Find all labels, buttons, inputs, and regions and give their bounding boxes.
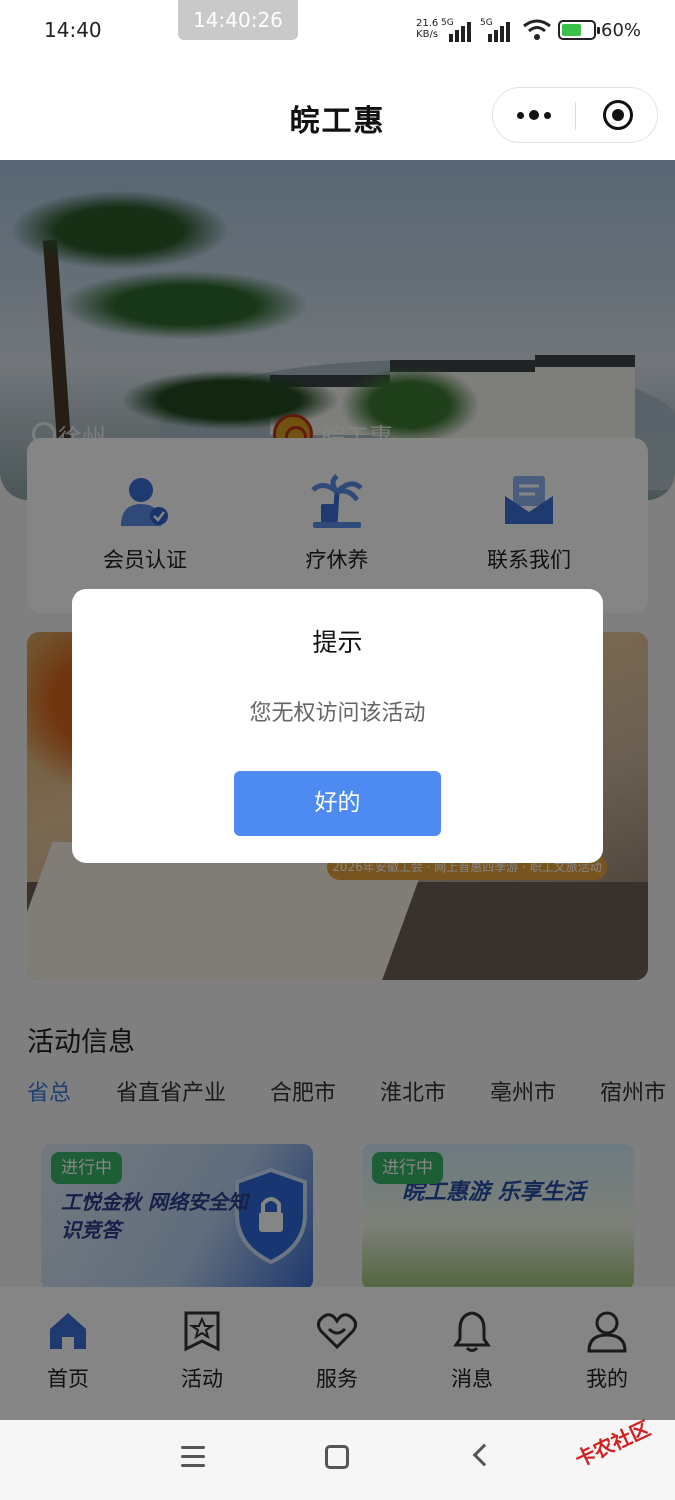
- back-icon[interactable]: [472, 1443, 496, 1467]
- more-options-icon[interactable]: [493, 88, 575, 142]
- signal-icon-2: [488, 20, 510, 42]
- signal-icon: [449, 20, 471, 42]
- nav-header: 皖工惠: [0, 62, 675, 160]
- network-speed-value: 21.6: [416, 18, 439, 29]
- dialog-message: 您无权访问该活动: [249, 701, 426, 726]
- status-bar: 14:40 14:40:26 21.6 KB/s 5G 5G 60%: [0, 0, 675, 62]
- system-home-icon[interactable]: [325, 1445, 349, 1469]
- dialog-title: 提示: [312, 628, 363, 657]
- network-speed: 21.6 KB/s: [416, 18, 438, 40]
- system-nav-bar: [0, 1420, 675, 1500]
- network-speed-unit: KB/s: [416, 29, 439, 40]
- battery-icon: [558, 20, 600, 40]
- screenshot-time-pill: 14:40:26: [178, 0, 298, 40]
- battery-percent: 60%: [601, 20, 642, 41]
- mini-program-capsule: [492, 87, 658, 143]
- recent-apps-icon[interactable]: [181, 1446, 205, 1468]
- wifi-icon: [523, 19, 551, 40]
- alert-dialog: 提示 您无权访问该活动 好的: [72, 589, 603, 863]
- status-time: 14:40: [44, 18, 102, 42]
- close-target-icon[interactable]: [603, 100, 633, 130]
- confirm-button[interactable]: 好的: [234, 771, 441, 836]
